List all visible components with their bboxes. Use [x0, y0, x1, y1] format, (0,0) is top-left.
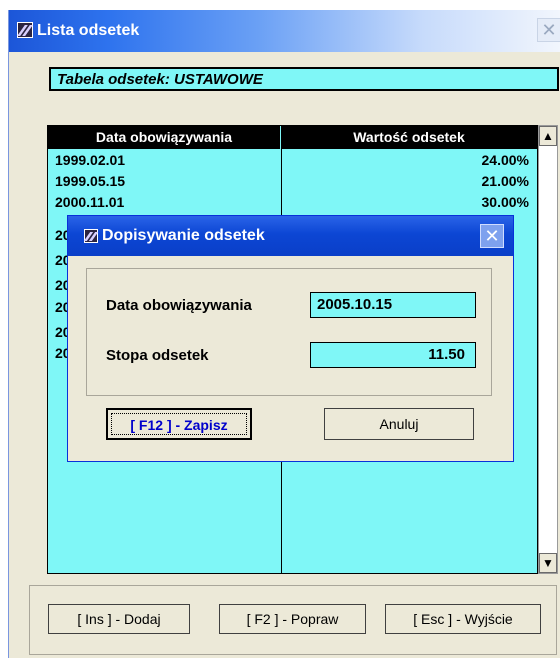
- cell-date: 2000.11.01: [55, 194, 125, 210]
- dialog-title: Dopisywanie odsetek: [102, 227, 265, 244]
- rate-field[interactable]: 11.50: [310, 342, 476, 368]
- table-name-label: Tabela odsetek: USTAWOWE: [57, 71, 263, 88]
- date-field[interactable]: 2005.10.15: [310, 292, 476, 318]
- close-icon[interactable]: ✕: [537, 18, 560, 42]
- add-button[interactable]: [ Ins ] - Dodaj: [48, 604, 190, 634]
- cell-value: 24.00%: [481, 152, 529, 168]
- edit-button[interactable]: [ F2 ] - Popraw: [219, 604, 366, 634]
- cancel-button-label: Anuluj: [379, 416, 419, 432]
- exit-button[interactable]: [ Esc ] - Wyjście: [385, 604, 541, 634]
- scroll-up-icon[interactable]: ▲: [539, 126, 557, 146]
- cell-value: 30.00%: [481, 194, 529, 210]
- cell-date: 1999.05.15: [55, 173, 126, 189]
- add-interest-dialog: Dopisywanie odsetek ✕ Data obowiązywania…: [67, 215, 514, 462]
- scroll-down-icon[interactable]: ▼: [539, 553, 557, 573]
- app-logo-icon: [17, 22, 33, 38]
- column-header-value[interactable]: Wartość odsetek: [281, 126, 537, 149]
- table-row[interactable]: 1999.02.01 24.00%: [48, 150, 537, 171]
- button-panel: [ Ins ] - Dodaj [ F2 ] - Popraw [ Esc ] …: [29, 585, 557, 655]
- table-row[interactable]: 2000.11.01 30.00%: [48, 192, 537, 213]
- app-logo-icon: [84, 229, 98, 243]
- dialog-titlebar[interactable]: Dopisywanie odsetek ✕: [68, 216, 513, 256]
- window-title: Lista odsetek: [37, 22, 140, 39]
- date-label: Data obowiązywania: [106, 297, 252, 314]
- cell-value: 21.00%: [481, 173, 529, 189]
- focus-rectangle: [111, 413, 247, 435]
- cell-date: 1999.02.01: [55, 152, 126, 168]
- main-titlebar[interactable]: Lista odsetek ✕: [9, 10, 560, 52]
- rate-label: Stopa odsetek: [106, 347, 209, 364]
- column-header-date[interactable]: Data obowiązywania: [48, 126, 280, 149]
- close-icon[interactable]: ✕: [480, 224, 504, 248]
- vertical-scrollbar[interactable]: ▲ ▼: [538, 125, 558, 574]
- cancel-button[interactable]: Anuluj: [324, 408, 474, 440]
- save-button[interactable]: [ F12 ] - Zapisz: [106, 408, 252, 440]
- table-row[interactable]: 1999.05.15 21.00%: [48, 171, 537, 192]
- table-name-box: Tabela odsetek: USTAWOWE: [49, 67, 559, 91]
- dialog-fields-group: [86, 268, 492, 396]
